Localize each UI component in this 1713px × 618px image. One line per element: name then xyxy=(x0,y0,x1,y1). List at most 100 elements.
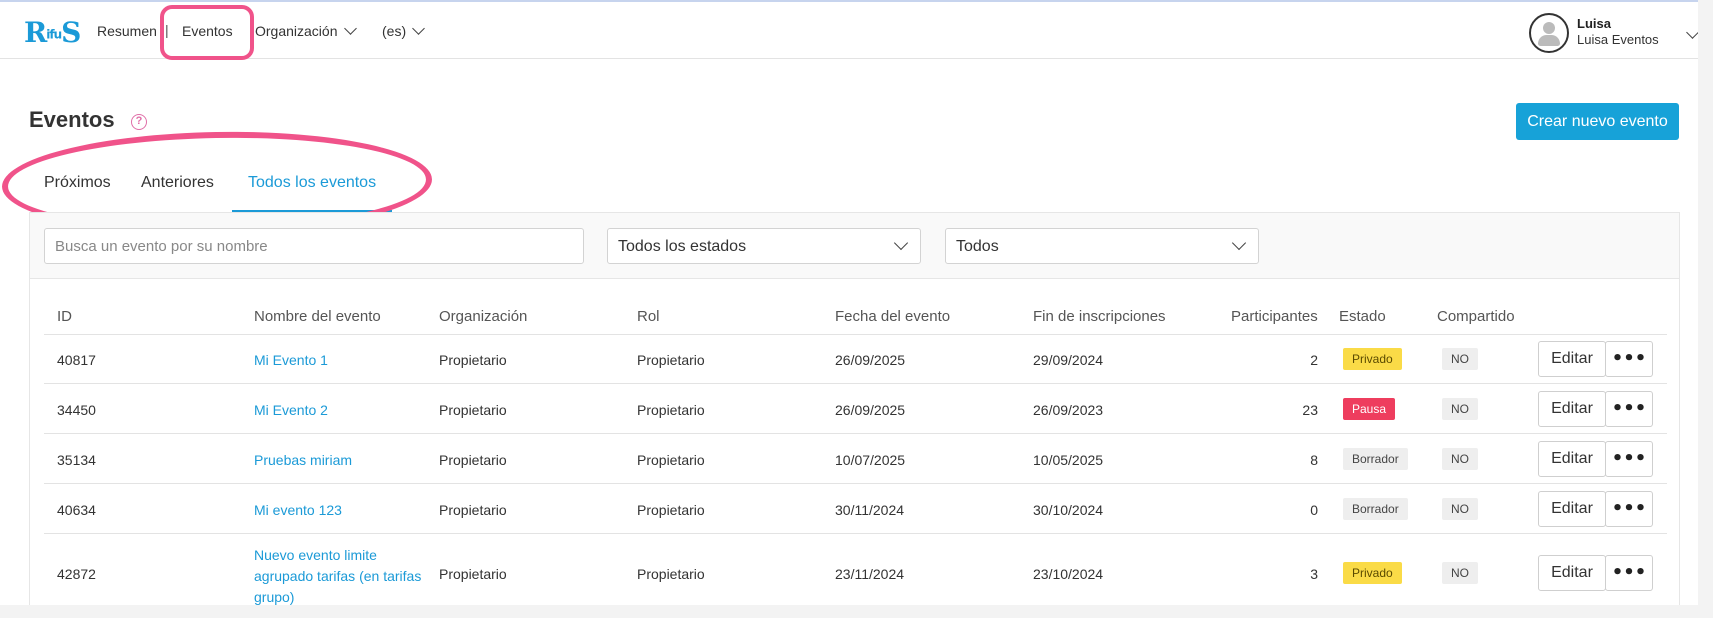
event-name-link[interactable]: Mi Evento 2 xyxy=(254,402,328,418)
cell-organizacion: Propietario xyxy=(439,402,507,418)
shared-badge: NO xyxy=(1442,448,1478,470)
event-name-link[interactable]: Mi Evento 1 xyxy=(254,352,328,368)
cell-organizacion: Propietario xyxy=(439,452,507,468)
status-badge: Borrador xyxy=(1343,498,1408,520)
more-options-icon[interactable]: ••• xyxy=(1605,341,1653,377)
header-divider xyxy=(44,334,1667,335)
cell-fecha: 26/09/2025 xyxy=(835,352,906,368)
page-title: Eventos xyxy=(29,107,115,132)
cell-id: 34450 xyxy=(57,402,96,418)
edit-button[interactable]: Editar xyxy=(1538,391,1606,427)
column-header-id: ID xyxy=(57,308,72,325)
cell-fecha: 26/09/2025 xyxy=(835,402,906,418)
chevron-down-icon xyxy=(343,22,357,35)
event-name-line: Nuevo evento limite xyxy=(254,547,377,563)
cell-participantes: 0 xyxy=(1310,502,1318,518)
edit-button[interactable]: Editar xyxy=(1538,491,1606,527)
cell-participantes: 8 xyxy=(1310,452,1318,468)
cell-rol: Propietario xyxy=(637,502,705,518)
status-badge: Privado xyxy=(1343,348,1402,370)
user-icon-head xyxy=(1543,22,1555,34)
user-menu-chevron-down-icon[interactable] xyxy=(1686,26,1698,39)
row-divider xyxy=(44,533,1667,534)
cell-fin-inscripciones: 10/05/2025 xyxy=(1033,452,1104,468)
cell-rol: Propietario xyxy=(637,566,705,582)
avatar[interactable] xyxy=(1529,13,1569,53)
cell-id: 35134 xyxy=(57,452,96,468)
row-divider xyxy=(44,483,1667,484)
row-divider xyxy=(44,433,1667,434)
cell-rol: Propietario xyxy=(637,452,705,468)
user-org: Luisa Eventos xyxy=(1577,32,1659,47)
cell-fecha: 23/11/2024 xyxy=(835,566,905,582)
annotation-highlight-eventos xyxy=(160,5,254,60)
chevron-down-icon xyxy=(1231,235,1247,251)
cell-organizacion: Propietario xyxy=(439,352,507,368)
cell-fin-inscripciones: 26/09/2023 xyxy=(1033,402,1104,418)
cell-participantes: 23 xyxy=(1302,402,1318,418)
nav-organizacion[interactable]: Organización xyxy=(255,22,357,39)
cell-participantes: 3 xyxy=(1310,566,1318,582)
cell-fecha: 10/07/2025 xyxy=(835,452,906,468)
edit-button[interactable]: Editar xyxy=(1538,441,1606,477)
nav-organizacion-label: Organización xyxy=(255,23,338,39)
nav-resumen[interactable]: Resumen xyxy=(97,23,157,39)
event-name-link[interactable]: Nuevo evento limite agrupado tarifas (en… xyxy=(254,545,421,605)
cell-id: 40817 xyxy=(57,352,96,368)
app-window: RifuS Resumen | Eventos Organización (es… xyxy=(0,0,1698,605)
cell-fin-inscripciones: 29/09/2024 xyxy=(1033,352,1104,368)
status-select[interactable]: Todos los estados xyxy=(607,228,921,264)
more-options-icon[interactable]: ••• xyxy=(1605,555,1653,591)
column-header-compartido: Compartido xyxy=(1437,308,1515,325)
cell-organizacion: Propietario xyxy=(439,502,507,518)
cell-id: 40634 xyxy=(57,502,96,518)
column-header-estado: Estado xyxy=(1339,308,1386,325)
filter-bar: Todos los estados Todos xyxy=(30,213,1679,279)
chevron-down-icon xyxy=(893,235,909,251)
user-icon-body xyxy=(1538,35,1560,46)
help-icon[interactable]: ? xyxy=(131,114,147,130)
create-event-button[interactable]: Crear nuevo evento xyxy=(1516,103,1679,140)
column-header-rol: Rol xyxy=(637,308,660,325)
status-badge: Pausa xyxy=(1343,398,1396,420)
nav-language[interactable]: (es) xyxy=(382,22,425,39)
cell-fecha: 30/11/2024 xyxy=(835,502,905,518)
event-name-link[interactable]: Pruebas miriam xyxy=(254,452,352,468)
logo[interactable]: RifuS xyxy=(24,16,81,49)
events-panel: Todos los estados Todos ID Nombre del ev… xyxy=(29,212,1680,605)
cell-organizacion: Propietario xyxy=(439,566,507,582)
event-name-line: grupo) xyxy=(254,589,295,605)
status-badge: Privado xyxy=(1343,562,1402,584)
row-divider xyxy=(44,383,1667,384)
shared-badge: NO xyxy=(1442,398,1478,420)
column-header-nombre: Nombre del evento xyxy=(254,308,381,325)
event-name-link[interactable]: Mi evento 123 xyxy=(254,502,342,518)
column-header-fin-inscripciones: Fin de inscripciones xyxy=(1033,308,1166,325)
cell-fin-inscripciones: 30/10/2024 xyxy=(1033,502,1104,518)
top-bar: RifuS Resumen | Eventos Organización (es… xyxy=(0,2,1698,59)
more-options-icon[interactable]: ••• xyxy=(1605,491,1653,527)
column-header-participantes: Participantes xyxy=(1231,308,1318,325)
edit-button[interactable]: Editar xyxy=(1538,555,1606,591)
edit-button[interactable]: Editar xyxy=(1538,341,1606,377)
cell-rol: Propietario xyxy=(637,402,705,418)
nav-language-label: (es) xyxy=(382,23,407,39)
status-badge: Borrador xyxy=(1343,448,1408,470)
user-name: Luisa xyxy=(1577,16,1611,31)
cell-fin-inscripciones: 23/10/2024 xyxy=(1033,566,1104,582)
column-header-organizacion: Organización xyxy=(439,308,528,325)
column-header-fecha: Fecha del evento xyxy=(835,308,951,325)
cell-id: 42872 xyxy=(57,566,96,582)
chevron-down-icon xyxy=(412,22,425,35)
shared-badge: NO xyxy=(1442,348,1478,370)
shared-badge: NO xyxy=(1442,498,1478,520)
type-select[interactable]: Todos xyxy=(945,228,1259,264)
cell-participantes: 2 xyxy=(1310,352,1318,368)
event-name-line: agrupado tarifas (en tarifas xyxy=(254,568,422,584)
type-select-value: Todos xyxy=(956,238,999,255)
cell-rol: Propietario xyxy=(637,352,705,368)
status-select-value: Todos los estados xyxy=(618,238,747,255)
more-options-icon[interactable]: ••• xyxy=(1605,391,1653,427)
more-options-icon[interactable]: ••• xyxy=(1605,441,1653,477)
search-input[interactable] xyxy=(44,228,584,264)
